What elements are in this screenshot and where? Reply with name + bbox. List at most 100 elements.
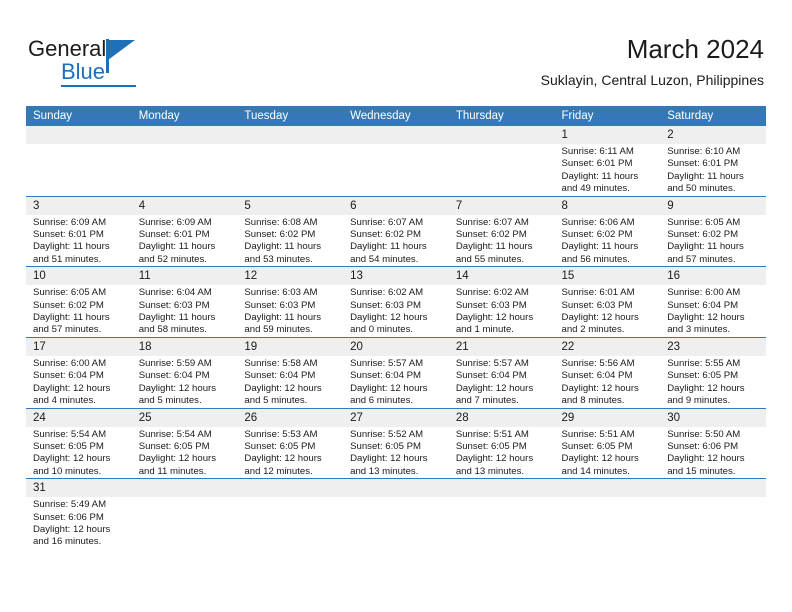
day-number: 4 (131, 196, 238, 215)
calendar-day-cell[interactable]: 18 Sunrise: 5:59 AM Sunset: 6:04 PM Dayligh… (131, 336, 238, 408)
day-details: Sunrise: 5:49 AM Sunset: 6:06 PM Daylight:… (26, 497, 132, 549)
calendar-week-row: 17 Sunrise: 6:00 AM Sunset: 6:04 PM Dayligh… (26, 336, 766, 408)
calendar-cell-empty (343, 126, 449, 196)
calendar-day-cell[interactable]: 24 Sunrise: 5:54 AM Sunset: 6:05 PM Dayligh… (26, 407, 132, 479)
sunrise-time: Sunrise: 6:10 AM (667, 146, 741, 157)
daylight-duration-line1: Daylight: 12 hours (138, 453, 217, 465)
calendar-day-cell[interactable]: 29 Sunrise: 5:51 AM Sunset: 6:05 PM Dayligh… (554, 407, 661, 479)
day-number: 5 (237, 196, 344, 215)
day-number: 7 (448, 196, 555, 215)
weekday-header-monday: Monday (131, 106, 238, 126)
daylight-duration-line2: and 52 minutes. (138, 253, 207, 265)
calendar-cell-empty (131, 126, 238, 196)
sunset-time: Sunset: 6:03 PM (561, 299, 633, 311)
sunrise-time: Sunrise: 6:07 AM (350, 216, 424, 228)
day-details: Sunrise: 5:52 AM Sunset: 6:05 PM Daylight:… (343, 427, 449, 479)
calendar-day-cell[interactable]: 4 Sunrise: 6:09 AM Sunset: 6:01 PM Daylight… (131, 195, 238, 267)
calendar-day-cell[interactable]: 1 Sunrise: 6:11 AM Sunset: 6:01 PM Daylight… (554, 126, 661, 196)
day-details: Sunrise: 5:58 AM Sunset: 6:04 PM Daylight:… (237, 356, 343, 408)
sunrise-time: Sunrise: 5:57 AM (455, 357, 529, 369)
day-details: Sunrise: 6:04 AM Sunset: 6:03 PM Daylight:… (132, 285, 238, 337)
daylight-duration-line1: Daylight: 11 hours (561, 170, 639, 182)
calendar-day-cell[interactable]: 11 Sunrise: 6:04 AM Sunset: 6:03 PM Dayligh… (131, 266, 238, 338)
calendar-day-cell[interactable]: 31 Sunrise: 5:49 AM Sunset: 6:06 PM Dayligh… (26, 478, 132, 549)
daylight-duration-line2: and 1 minute. (455, 324, 514, 336)
sunset-time: Sunset: 6:02 PM (244, 229, 316, 241)
sunrise-time: Sunrise: 6:02 AM (350, 287, 424, 299)
daylight-duration-line2: and 14 minutes. (561, 465, 630, 477)
day-number: 19 (237, 337, 344, 356)
calendar-day-cell[interactable]: 21 Sunrise: 5:57 AM Sunset: 6:04 PM Dayligh… (448, 336, 555, 408)
calendar-day-cell[interactable]: 23 Sunrise: 5:55 AM Sunset: 6:05 PM Dayligh… (660, 336, 766, 408)
day-details: Sunrise: 5:55 AM Sunset: 6:05 PM Daylight:… (660, 356, 766, 408)
sunset-time: Sunset: 6:02 PM (33, 299, 104, 311)
day-details: Sunrise: 6:06 AM Sunset: 6:02 PM Daylight:… (555, 215, 661, 267)
calendar-day-cell[interactable]: 30 Sunrise: 5:50 AM Sunset: 6:06 PM Dayligh… (660, 407, 766, 479)
daylight-duration-line2: and 15 minutes. (667, 465, 736, 477)
calendar-day-cell[interactable]: 28 Sunrise: 5:51 AM Sunset: 6:05 PM Dayligh… (448, 407, 555, 479)
calendar-day-cell[interactable]: 15 Sunrise: 6:01 AM Sunset: 6:03 PM Dayligh… (554, 266, 661, 338)
weekday-header-saturday: Saturday (660, 106, 766, 126)
sunrise-time: Sunrise: 6:09 AM (138, 216, 212, 228)
calendar-day-cell[interactable]: 16 Sunrise: 6:00 AM Sunset: 6:04 PM Dayligh… (660, 266, 766, 338)
daylight-duration-line2: and 54 minutes. (350, 253, 419, 265)
daylight-duration-line1: Daylight: 12 hours (350, 312, 428, 324)
sunset-time: Sunset: 6:03 PM (244, 299, 316, 311)
daylight-duration-line2: and 9 minutes. (667, 395, 731, 407)
sunset-time: Sunset: 6:04 PM (350, 370, 422, 382)
sunrise-time: Sunrise: 6:01 AM (561, 287, 635, 299)
daylight-duration-line1: Daylight: 12 hours (455, 453, 534, 465)
day-details: Sunrise: 6:05 AM Sunset: 6:02 PM Daylight:… (660, 215, 766, 267)
sunset-time: Sunset: 6:03 PM (350, 299, 422, 311)
sunrise-time: Sunrise: 5:59 AM (138, 357, 212, 369)
calendar-day-cell[interactable]: 25 Sunrise: 5:54 AM Sunset: 6:05 PM Dayligh… (131, 407, 238, 479)
sunset-time: Sunset: 6:05 PM (561, 440, 633, 452)
day-details: Sunrise: 6:11 AM Sunset: 6:01 PM Daylight:… (555, 144, 661, 196)
sunset-time: Sunset: 6:05 PM (455, 440, 527, 452)
calendar-day-cell[interactable]: 22 Sunrise: 5:56 AM Sunset: 6:04 PM Dayligh… (554, 336, 661, 408)
sunrise-time: Sunrise: 6:04 AM (138, 287, 212, 299)
sunrise-time: Sunrise: 5:51 AM (455, 428, 529, 440)
general-blue-logo: General Blue (28, 36, 168, 88)
calendar-day-cell[interactable]: 27 Sunrise: 5:52 AM Sunset: 6:05 PM Dayligh… (343, 407, 449, 479)
day-number: 25 (131, 408, 238, 427)
daylight-duration-line1: Daylight: 12 hours (561, 312, 639, 324)
sunrise-time: Sunrise: 5:49 AM (33, 499, 107, 511)
day-details: Sunrise: 6:07 AM Sunset: 6:02 PM Daylight:… (449, 215, 555, 267)
calendar-day-cell[interactable]: 3 Sunrise: 6:09 AM Sunset: 6:01 PM Daylight… (26, 195, 132, 267)
calendar-day-cell[interactable]: 2 Sunrise: 6:10 AM Sunset: 6:01 PM Daylight… (660, 126, 766, 196)
calendar-day-cell[interactable]: 14 Sunrise: 6:02 AM Sunset: 6:03 PM Dayligh… (448, 266, 555, 338)
day-details: Sunrise: 5:57 AM Sunset: 6:04 PM Daylight:… (343, 356, 449, 408)
daylight-duration-line2: and 53 minutes. (244, 253, 313, 265)
day-number: 27 (343, 408, 449, 427)
day-details: Sunrise: 6:08 AM Sunset: 6:02 PM Daylight:… (237, 215, 343, 267)
calendar-day-cell[interactable]: 26 Sunrise: 5:53 AM Sunset: 6:05 PM Dayligh… (237, 407, 344, 479)
calendar-day-cell[interactable]: 7 Sunrise: 6:07 AM Sunset: 6:02 PM Daylight… (448, 195, 555, 267)
calendar-cell-empty (660, 478, 766, 549)
daylight-duration-line1: Daylight: 12 hours (350, 453, 428, 465)
calendar-cell-empty (237, 126, 344, 196)
calendar-day-cell[interactable]: 10 Sunrise: 6:05 AM Sunset: 6:02 PM Dayligh… (26, 266, 132, 338)
calendar-day-cell[interactable]: 19 Sunrise: 5:58 AM Sunset: 6:04 PM Dayligh… (237, 336, 344, 408)
sunset-time: Sunset: 6:01 PM (33, 229, 104, 241)
calendar-day-cell[interactable]: 9 Sunrise: 6:05 AM Sunset: 6:02 PM Daylight… (660, 195, 766, 267)
day-details: Sunrise: 6:05 AM Sunset: 6:02 PM Daylight:… (26, 285, 132, 337)
calendar-day-cell[interactable]: 8 Sunrise: 6:06 AM Sunset: 6:02 PM Daylight… (554, 195, 661, 267)
calendar-day-cell[interactable]: 12 Sunrise: 6:03 AM Sunset: 6:03 PM Dayligh… (237, 266, 344, 338)
weekday-header-wednesday: Wednesday (343, 106, 449, 126)
day-details: Sunrise: 6:07 AM Sunset: 6:02 PM Daylight:… (343, 215, 449, 267)
calendar-day-cell[interactable]: 17 Sunrise: 6:00 AM Sunset: 6:04 PM Dayligh… (26, 336, 132, 408)
logo-underline (61, 85, 136, 87)
day-number (237, 126, 344, 144)
calendar-day-cell[interactable]: 5 Sunrise: 6:08 AM Sunset: 6:02 PM Daylight… (237, 195, 344, 267)
day-number: 6 (343, 196, 449, 215)
calendar-day-cell[interactable]: 13 Sunrise: 6:02 AM Sunset: 6:03 PM Dayligh… (343, 266, 449, 338)
calendar-body: 1 Sunrise: 6:11 AM Sunset: 6:01 PM Daylight… (26, 126, 766, 549)
day-details: Sunrise: 6:03 AM Sunset: 6:03 PM Daylight:… (237, 285, 343, 337)
calendar-week-row: 1 Sunrise: 6:11 AM Sunset: 6:01 PM Daylight… (26, 126, 766, 196)
calendar-day-cell[interactable]: 6 Sunrise: 6:07 AM Sunset: 6:02 PM Daylight… (343, 195, 449, 267)
calendar-day-cell[interactable]: 20 Sunrise: 5:57 AM Sunset: 6:04 PM Dayligh… (343, 336, 449, 408)
daylight-duration-line1: Daylight: 12 hours (455, 382, 534, 394)
daylight-duration-line1: Daylight: 11 hours (244, 241, 322, 253)
calendar-week-row: 10 Sunrise: 6:05 AM Sunset: 6:02 PM Dayligh… (26, 266, 766, 338)
